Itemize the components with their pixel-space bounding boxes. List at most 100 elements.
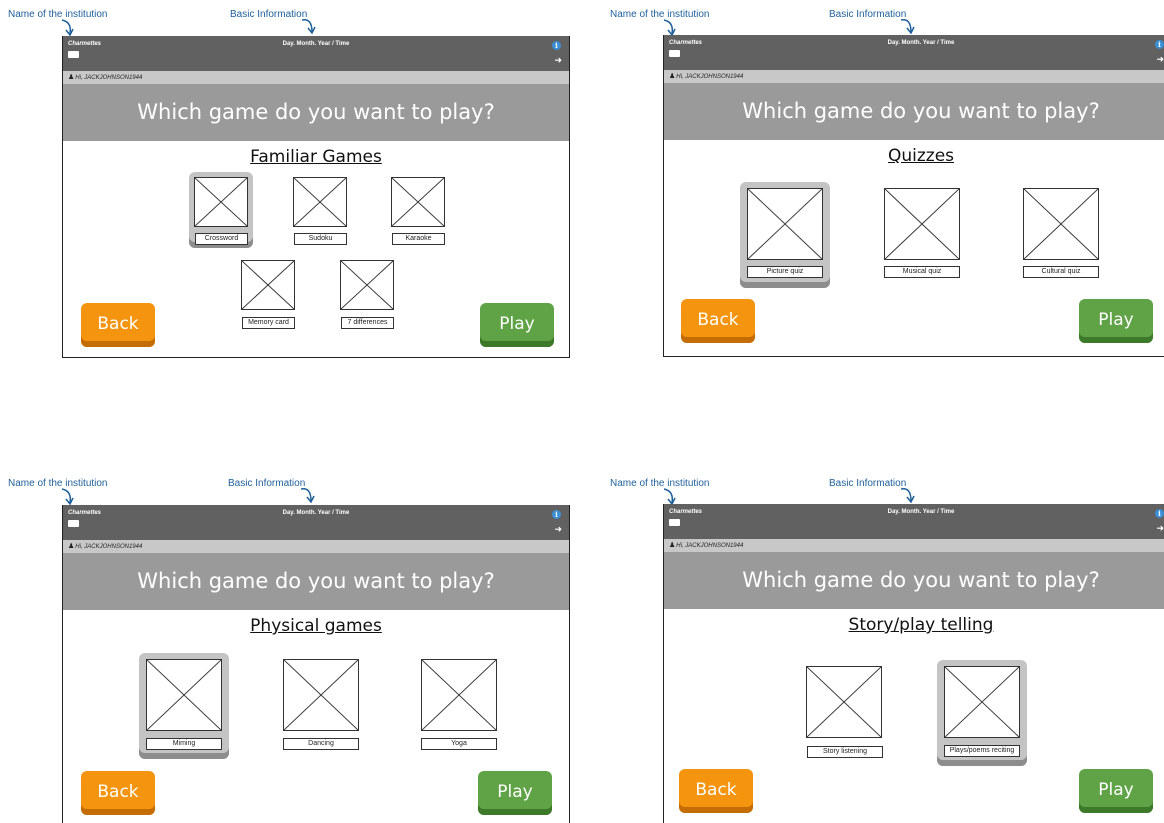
top-bar: Charmettes Day. Month. Year / Time i ➜	[63, 36, 569, 71]
category-title: Familiar Games	[250, 147, 382, 167]
screen-familiar-games: Charmettes Day. Month. Year / Time i ➜ ♟…	[62, 36, 570, 358]
user-icon: ♟	[68, 543, 75, 550]
play-button[interactable]: Play	[1079, 769, 1153, 813]
annotation-institution: Name of the institution	[610, 478, 710, 489]
info-icon[interactable]: i	[1155, 40, 1164, 49]
logout-icon[interactable]: ➜	[1156, 524, 1164, 533]
game-label: Memory card	[242, 317, 295, 329]
top-bar: Charmettes Day. Month. Year / Time i ➜	[63, 505, 569, 540]
battery-icon	[669, 50, 680, 57]
game-label: Picture quiz	[747, 266, 823, 278]
category-title: Story/play telling	[848, 615, 994, 635]
user-greeting: Hi, JACKJOHNSON1944	[75, 544, 143, 550]
game-image-placeholder	[1023, 188, 1099, 260]
game-label: Musical quiz	[884, 266, 960, 278]
back-button[interactable]: Back	[681, 299, 755, 343]
info-icon[interactable]: i	[1155, 509, 1164, 518]
datetime-info: Day. Month. Year / Time	[282, 41, 350, 47]
user-icon: ♟	[669, 542, 676, 549]
user-bar: ♟Hi, JACKJOHNSON1944	[63, 540, 569, 553]
annotation-arrow-institution	[61, 19, 74, 37]
game-label: Story listening	[807, 746, 883, 758]
category-title: Quizzes	[887, 146, 955, 166]
annotation-basic-info: Basic Information	[829, 9, 907, 20]
game-label: 7 differences	[341, 317, 394, 329]
game-card-memory-card[interactable]: Memory card	[239, 255, 297, 331]
game-label: Plays/poems reciting	[944, 745, 1020, 757]
game-label: Karaoke	[392, 233, 445, 245]
game-label: Cultural quiz	[1023, 266, 1099, 278]
game-image-placeholder	[806, 666, 882, 738]
battery-icon	[68, 520, 79, 527]
game-card-dancing[interactable]: Dancing	[281, 653, 361, 759]
annotation-arrow-basic-info	[900, 488, 915, 504]
user-greeting: Hi, JACKJOHNSON1944	[75, 75, 143, 81]
battery-icon	[669, 519, 680, 526]
category-title: Physical games	[250, 616, 382, 636]
annotation-basic-info: Basic Information	[829, 478, 907, 489]
user-bar: ♟Hi, JACKJOHNSON1944	[664, 70, 1164, 83]
logout-icon[interactable]: ➜	[554, 56, 562, 65]
game-label: Crossword	[195, 233, 248, 245]
game-label: Miming	[146, 738, 222, 750]
screen-story-play-telling: Charmettes Day. Month. Year / Time i ➜ ♟…	[663, 504, 1164, 823]
play-button[interactable]: Play	[480, 303, 554, 347]
user-greeting: Hi, JACKJOHNSON1944	[676, 74, 744, 80]
annotation-arrow-basic-info	[900, 19, 915, 35]
game-card-cultural-quiz[interactable]: Cultural quiz	[1021, 182, 1101, 288]
game-card-crossword[interactable]: Crossword	[189, 172, 253, 248]
datetime-info: Day. Month. Year / Time	[282, 510, 350, 516]
game-card-story-listening[interactable]: Story listening	[804, 662, 884, 762]
game-image-placeholder	[747, 188, 823, 260]
annotation-arrow-institution	[61, 488, 74, 506]
game-image-placeholder	[944, 666, 1020, 738]
question-heading: Which game do you want to play?	[63, 553, 569, 610]
back-button[interactable]: Back	[81, 303, 155, 347]
question-heading: Which game do you want to play?	[63, 84, 569, 141]
user-bar: ♟Hi, JACKJOHNSON1944	[664, 539, 1164, 552]
game-image-placeholder	[241, 260, 295, 310]
play-button[interactable]: Play	[1079, 299, 1153, 343]
game-image-placeholder	[391, 177, 445, 227]
game-card-plays-poems-reciting[interactable]: Plays/poems reciting	[937, 660, 1027, 766]
annotation-basic-info: Basic Information	[230, 9, 308, 20]
battery-icon	[68, 51, 79, 58]
annotation-institution: Name of the institution	[8, 9, 108, 20]
play-button[interactable]: Play	[478, 771, 552, 815]
game-image-placeholder	[421, 659, 497, 731]
game-image-placeholder	[194, 177, 248, 227]
game-card-miming[interactable]: Miming	[139, 653, 229, 759]
game-label: Dancing	[283, 738, 359, 750]
game-card-karaoke[interactable]: Karaoke	[389, 172, 447, 248]
logout-icon[interactable]: ➜	[1156, 55, 1164, 64]
annotation-arrow-basic-info	[300, 488, 315, 504]
annotation-arrow-basic-info	[301, 19, 316, 35]
game-image-placeholder	[283, 659, 359, 731]
game-card-picture-quiz[interactable]: Picture quiz	[740, 182, 830, 288]
back-button[interactable]: Back	[679, 769, 753, 813]
annotation-institution: Name of the institution	[8, 478, 108, 489]
game-label: Yoga	[421, 738, 497, 750]
top-bar: Charmettes Day. Month. Year / Time i ➜	[664, 504, 1164, 539]
game-card-yoga[interactable]: Yoga	[419, 653, 499, 759]
game-label: Sudoku	[294, 233, 347, 245]
game-card-sudoku[interactable]: Sudoku	[291, 172, 349, 248]
annotation-basic-info: Basic Information	[228, 478, 306, 489]
user-bar: ♟Hi, JACKJOHNSON1944	[63, 71, 569, 84]
game-image-placeholder	[293, 177, 347, 227]
question-heading: Which game do you want to play?	[664, 83, 1164, 140]
logout-icon[interactable]: ➜	[554, 525, 562, 534]
info-icon[interactable]: i	[552, 510, 561, 519]
game-card-musical-quiz[interactable]: Musical quiz	[882, 182, 962, 288]
game-image-placeholder	[884, 188, 960, 260]
top-bar: Charmettes Day. Month. Year / Time i ➜	[664, 35, 1164, 70]
user-icon: ♟	[669, 73, 676, 80]
screen-physical-games: Charmettes Day. Month. Year / Time i ➜ ♟…	[62, 505, 570, 823]
annotation-institution: Name of the institution	[610, 9, 710, 20]
info-icon[interactable]: i	[552, 41, 561, 50]
user-icon: ♟	[68, 74, 75, 81]
game-card-7-differences[interactable]: 7 differences	[337, 255, 395, 331]
back-button[interactable]: Back	[81, 771, 155, 815]
datetime-info: Day. Month. Year / Time	[887, 40, 955, 46]
game-image-placeholder	[146, 659, 222, 731]
